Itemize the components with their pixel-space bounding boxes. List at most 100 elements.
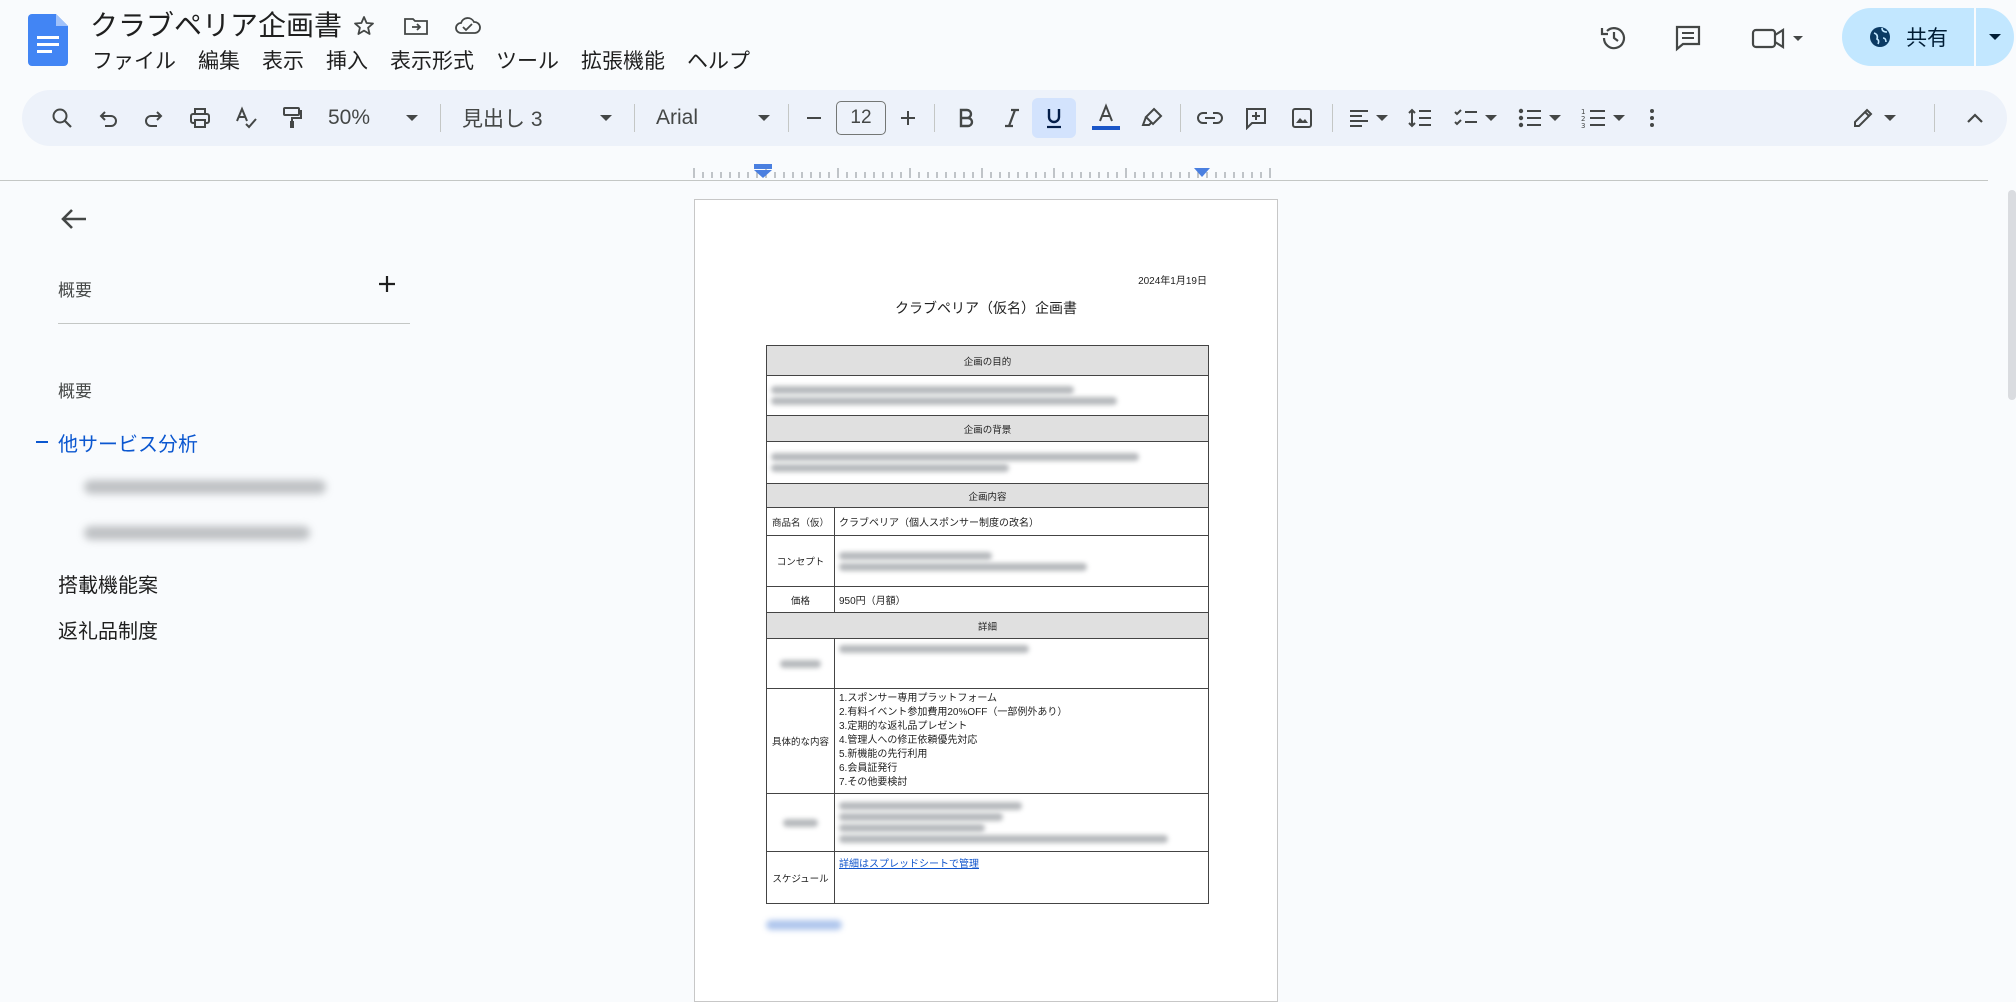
menu-file[interactable]: ファイル (90, 48, 187, 76)
schedule-cell: 詳細はスプレッドシートで管理 (834, 851, 1209, 904)
formatting-toolbar: 50% 見出し 3 Arial 12 1 2 3 (22, 90, 2007, 146)
meet-video-icon[interactable] (1748, 16, 1808, 60)
numbered-list-select[interactable]: 123 (1576, 98, 1630, 138)
details-label-redacted (766, 638, 835, 689)
price-value: 950円（月額） (834, 586, 1209, 613)
print-icon[interactable] (184, 98, 216, 138)
summary-header: 概要 (58, 281, 92, 300)
back-arrow-icon[interactable] (56, 201, 92, 237)
paint-format-icon[interactable] (276, 98, 308, 138)
insert-image-icon[interactable] (1284, 98, 1320, 138)
menu-tools[interactable]: ツール (485, 48, 570, 76)
chevron-down-icon (406, 115, 418, 121)
summary-divider (58, 323, 410, 324)
font-size-input[interactable]: 12 (836, 101, 886, 135)
chevron-down-icon (1376, 115, 1388, 121)
chevron-down-icon (1613, 115, 1625, 121)
comments-icon[interactable] (1666, 16, 1710, 60)
product-label: 商品名（仮） (766, 507, 835, 536)
toolbar-divider (634, 104, 635, 132)
specific-item: 1.スポンサー専用プラットフォーム (839, 693, 998, 704)
text-color-icon[interactable] (1086, 98, 1126, 138)
product-value: クラブペリア（個人スポンサー制度の改名） (834, 507, 1209, 536)
concept-label: コンセプト (766, 535, 835, 587)
spellcheck-icon[interactable] (230, 98, 262, 138)
active-item-marker (36, 441, 48, 443)
outline-item-feature-ideas[interactable]: 搭載機能案 (58, 569, 158, 598)
zoom-value: 50% (328, 106, 371, 129)
specific-content-list: 1.スポンサー専用プラットフォーム 2.有料イベント参加費用20%OFF（一部例… (834, 688, 1209, 794)
share-button[interactable]: 共有 (1842, 8, 1974, 66)
increase-font-size-icon[interactable] (894, 98, 922, 138)
specific-item: 4.管理人への修正依頼優先対応 (839, 735, 978, 746)
app-header: クラブペリア企画書 ファイル 編集 表示 挿入 表示形式 ツール 拡張機能 ヘル… (0, 0, 2016, 84)
bold-icon[interactable] (948, 98, 984, 138)
undo-icon[interactable] (92, 98, 124, 138)
bulleted-list-select[interactable] (1512, 98, 1566, 138)
document-date: 2024年1月19日 (1138, 276, 1207, 287)
outline-subitem-redacted[interactable] (84, 526, 310, 540)
menu-help[interactable]: ヘルプ (676, 48, 761, 76)
zoom-select[interactable]: 50% (328, 98, 418, 138)
document-heading: クラブペリア（仮名）企画書 (895, 300, 1077, 316)
concept-value-redacted (834, 535, 1209, 587)
align-select[interactable] (1344, 98, 1392, 138)
add-summary-icon[interactable] (372, 269, 402, 299)
underline-icon[interactable] (1032, 98, 1076, 138)
chevron-down-icon (1989, 34, 2001, 40)
share-label: 共有 (1906, 27, 1948, 50)
document-outline-panel: 概要 概要 他サービス分析 搭載機能案 返礼品制度 (22, 181, 422, 1002)
insert-link-icon[interactable] (1192, 98, 1228, 138)
menu-edit[interactable]: 編集 (187, 48, 251, 76)
outline-item-reward-system[interactable]: 返礼品制度 (58, 615, 158, 644)
menu-format[interactable]: 表示形式 (379, 48, 485, 76)
paragraph-style-select[interactable]: 見出し 3 (462, 98, 612, 138)
pencil-icon (1854, 108, 1873, 127)
share-dropdown-button[interactable] (1974, 8, 2014, 66)
decrease-font-size-icon[interactable] (800, 98, 828, 138)
italic-icon[interactable] (994, 98, 1030, 138)
vertical-scrollbar[interactable] (2008, 190, 2016, 400)
chevron-down-icon (758, 115, 770, 121)
search-menus-icon[interactable] (46, 98, 78, 138)
bulleted-list-icon (1518, 108, 1541, 128)
font-size-value: 12 (850, 107, 872, 128)
schedule-spreadsheet-link[interactable]: 詳細はスプレッドシートで管理 (839, 859, 979, 870)
outline-subitem-redacted[interactable] (84, 480, 326, 494)
menu-bar: ファイル 編集 表示 挿入 表示形式 ツール 拡張機能 ヘルプ (90, 48, 761, 76)
redo-icon[interactable] (138, 98, 170, 138)
docs-logo-icon[interactable] (28, 14, 68, 66)
toolbar-divider (440, 104, 441, 132)
checklist-icon (1454, 109, 1477, 126)
editing-mode-select[interactable] (1846, 98, 1902, 138)
outline-item-other-service-analysis[interactable]: 他サービス分析 (58, 428, 198, 457)
section-details: 詳細 (766, 612, 1209, 639)
star-icon[interactable] (348, 10, 380, 42)
row-value-redacted (834, 793, 1209, 852)
cloud-saved-icon[interactable] (452, 10, 484, 42)
redacted-link[interactable] (766, 920, 842, 930)
checklist-select[interactable] (1448, 98, 1502, 138)
toolbar-divider (934, 104, 935, 132)
menu-insert[interactable]: 挿入 (315, 48, 379, 76)
font-family-select[interactable]: Arial (656, 98, 770, 138)
more-options-icon[interactable] (1640, 98, 1664, 138)
add-comment-icon[interactable] (1238, 98, 1274, 138)
document-page[interactable]: 2024年1月19日 クラブペリア（仮名）企画書 企画の目的 企画の背景 企画内… (694, 199, 1278, 1002)
specific-item: 6.会員証発行 (839, 763, 898, 774)
outline-section-label: 概要 (58, 382, 92, 401)
menu-extensions[interactable]: 拡張機能 (570, 48, 676, 76)
hide-menus-icon[interactable] (1960, 98, 1990, 138)
menu-view[interactable]: 表示 (251, 48, 315, 76)
line-spacing-icon[interactable] (1402, 98, 1438, 138)
move-to-folder-icon[interactable] (400, 10, 432, 42)
specific-item: 7.その他要検討 (839, 777, 908, 788)
version-history-icon[interactable] (1592, 16, 1636, 60)
highlight-color-icon[interactable] (1134, 98, 1170, 138)
specific-item: 5.新機能の先行利用 (839, 749, 928, 760)
chevron-down-icon (1884, 115, 1896, 121)
row-label-redacted (766, 793, 835, 852)
horizontal-ruler[interactable] (692, 164, 1278, 180)
chevron-down-icon (1485, 115, 1497, 121)
document-title[interactable]: クラブペリア企画書 (90, 4, 342, 44)
